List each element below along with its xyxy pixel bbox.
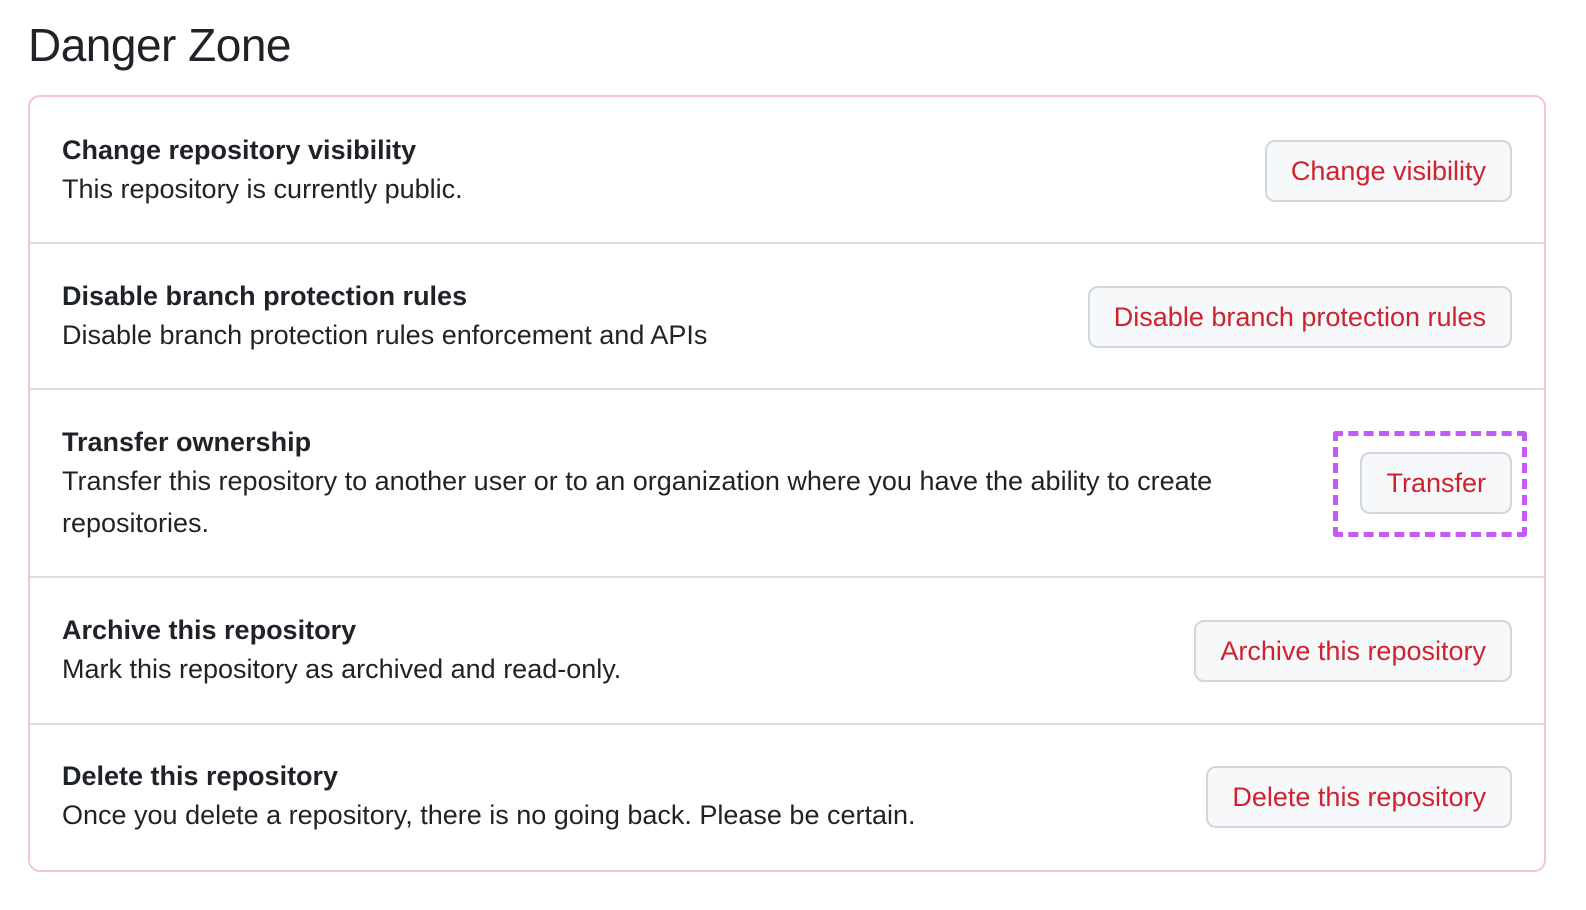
row-text: Delete this repository Once you delete a…: [62, 758, 916, 836]
row-title: Transfer ownership: [62, 427, 312, 457]
danger-zone-box: Change repository visibility This reposi…: [28, 95, 1546, 872]
row-text: Archive this repository Mark this reposi…: [62, 612, 621, 690]
danger-zone-page: Danger Zone Change repository visibility…: [0, 0, 1586, 910]
delete-repository-button[interactable]: Delete this repository: [1206, 766, 1512, 828]
row-description: Disable branch protection rules enforcem…: [62, 320, 708, 350]
row-text: Disable branch protection rules Disable …: [62, 278, 707, 356]
row-description: Mark this repository as archived and rea…: [62, 654, 622, 684]
disable-branch-protection-button[interactable]: Disable branch protection rules: [1087, 286, 1512, 348]
row-description: This repository is currently public.: [62, 174, 463, 204]
danger-row-archive: Archive this repository Mark this reposi…: [30, 578, 1544, 725]
danger-row-change-visibility: Change repository visibility This reposi…: [30, 97, 1544, 244]
row-text: Transfer ownership Transfer this reposit…: [62, 424, 1312, 544]
row-title: Disable branch protection rules: [62, 281, 468, 311]
row-title: Change repository visibility: [62, 135, 417, 165]
danger-row-delete: Delete this repository Once you delete a…: [30, 725, 1544, 870]
archive-repository-button[interactable]: Archive this repository: [1194, 620, 1512, 682]
row-description: Transfer this repository to another user…: [62, 466, 1213, 538]
row-description: Once you delete a repository, there is n…: [62, 800, 916, 830]
page-title: Danger Zone: [28, 19, 292, 71]
row-title: Delete this repository: [62, 761, 339, 791]
row-text: Change repository visibility This reposi…: [62, 132, 463, 210]
change-visibility-button[interactable]: Change visibility: [1264, 140, 1512, 202]
danger-row-branch-protection: Disable branch protection rules Disable …: [30, 244, 1544, 390]
danger-row-transfer: Transfer ownership Transfer this reposit…: [30, 390, 1544, 578]
row-title: Archive this repository: [62, 615, 357, 645]
transfer-button[interactable]: Transfer: [1360, 452, 1512, 514]
